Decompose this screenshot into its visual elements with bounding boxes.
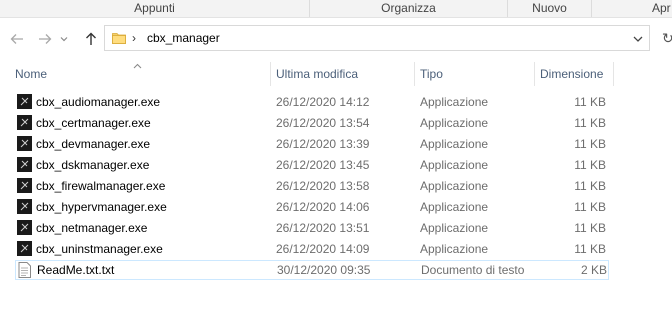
file-modified: 26/12/2020 14:12	[276, 95, 370, 109]
exe-icon	[17, 157, 32, 172]
file-modified: 26/12/2020 14:09	[276, 242, 370, 256]
exe-icon	[17, 220, 32, 235]
file-modified: 26/12/2020 14:06	[276, 200, 370, 214]
exe-icon	[17, 115, 32, 130]
file-name: cbx_firewalmanager.exe	[36, 179, 166, 193]
back-button[interactable]	[6, 28, 28, 50]
file-modified: 26/12/2020 13:54	[276, 116, 370, 130]
file-row[interactable]: cbx_certmanager.exe 26/12/2020 13:54 App…	[15, 113, 609, 133]
file-modified: 26/12/2020 13:45	[276, 158, 370, 172]
file-modified: 26/12/2020 13:58	[276, 179, 370, 193]
file-size: 11 KB	[574, 116, 606, 130]
exe-icon	[17, 241, 32, 256]
file-row[interactable]: cbx_firewalmanager.exe 26/12/2020 13:58 …	[15, 176, 609, 196]
ribbon-group-appunti: Appunti	[0, 0, 310, 17]
file-modified: 30/12/2020 09:35	[277, 263, 371, 277]
file-name: cbx_uninstmanager.exe	[36, 242, 163, 256]
exe-icon	[17, 136, 32, 151]
file-size: 11 KB	[574, 179, 606, 193]
file-type: Applicazione	[420, 179, 489, 193]
file-name: cbx_audiomanager.exe	[36, 95, 161, 109]
chevron-down-icon	[633, 36, 643, 42]
file-row[interactable]: cbx_dskmanager.exe 26/12/2020 13:45 Appl…	[15, 155, 609, 175]
refresh-icon: ↻	[662, 30, 672, 46]
file-name: cbx_dskmanager.exe	[36, 158, 150, 172]
address-bar[interactable]: › cbx_manager	[104, 25, 650, 51]
file-name: ReadMe.txt.txt	[37, 263, 115, 277]
column-header-modified[interactable]: Ultima modifica	[276, 62, 414, 86]
file-type: Applicazione	[420, 116, 489, 130]
file-type: Applicazione	[420, 137, 489, 151]
file-type: Applicazione	[420, 200, 489, 214]
file-type: Documento di testo	[421, 263, 525, 277]
recent-locations-button[interactable]	[56, 28, 72, 50]
file-modified: 26/12/2020 13:39	[276, 137, 370, 151]
breadcrumb-separator[interactable]: ›	[132, 31, 136, 45]
file-size: 11 KB	[574, 95, 606, 109]
file-size: 11 KB	[574, 137, 606, 151]
folder-icon	[112, 31, 126, 47]
ribbon-group-organizza: Organizza	[310, 0, 508, 17]
arrow-left-icon	[10, 34, 23, 44]
file-size: 11 KB	[574, 242, 606, 256]
file-type: Applicazione	[420, 242, 489, 256]
arrow-right-icon	[39, 34, 52, 44]
exe-icon	[17, 94, 32, 109]
text-document-icon	[17, 262, 32, 278]
file-row[interactable]: cbx_uninstmanager.exe 26/12/2020 14:09 A…	[15, 239, 609, 259]
file-row[interactable]: cbx_audiomanager.exe 26/12/2020 14:12 Ap…	[15, 92, 609, 112]
file-size: 11 KB	[574, 158, 606, 172]
file-type: Applicazione	[420, 95, 489, 109]
file-size: 11 KB	[574, 221, 606, 235]
file-row[interactable]: cbx_netmanager.exe 26/12/2020 13:51 Appl…	[15, 218, 609, 238]
column-divider[interactable]	[414, 62, 415, 86]
column-divider[interactable]	[270, 62, 271, 86]
exe-icon	[17, 199, 32, 214]
ribbon-group-apri: Apr	[652, 1, 671, 15]
file-name: cbx_netmanager.exe	[36, 221, 148, 235]
column-divider[interactable]	[534, 62, 535, 86]
file-size: 11 KB	[574, 200, 606, 214]
file-type: Applicazione	[420, 158, 489, 172]
breadcrumb-current-folder[interactable]: cbx_manager	[147, 31, 220, 45]
chevron-down-icon	[60, 37, 68, 42]
arrow-up-icon	[86, 32, 96, 45]
file-row[interactable]: cbx_devmanager.exe 26/12/2020 13:39 Appl…	[15, 134, 609, 154]
file-name: cbx_certmanager.exe	[36, 116, 151, 130]
up-button[interactable]	[80, 28, 102, 50]
ribbon-group-nuovo: Nuovo	[508, 0, 592, 17]
file-type: Applicazione	[420, 221, 489, 235]
file-modified: 26/12/2020 13:51	[276, 221, 370, 235]
address-history-dropdown[interactable]	[633, 32, 643, 46]
refresh-button[interactable]: ↻	[662, 30, 672, 47]
file-row[interactable]: cbx_hypervmanager.exe 26/12/2020 14:06 A…	[15, 197, 609, 217]
file-row-selected[interactable]: ReadMe.txt.txt 30/12/2020 09:35 Document…	[15, 260, 609, 280]
forward-button[interactable]	[34, 28, 56, 50]
column-header-name[interactable]: Nome	[15, 62, 270, 86]
column-header-size[interactable]: Dimensione	[540, 62, 612, 86]
file-size: 2 KB	[580, 263, 607, 277]
file-name: cbx_devmanager.exe	[36, 137, 151, 151]
exe-icon	[17, 178, 32, 193]
column-header-type[interactable]: Tipo	[420, 62, 534, 86]
file-name: cbx_hypervmanager.exe	[36, 200, 167, 214]
ribbon-group-strip: Appunti Organizza Nuovo Apr	[0, 0, 672, 18]
column-divider[interactable]	[613, 62, 614, 86]
